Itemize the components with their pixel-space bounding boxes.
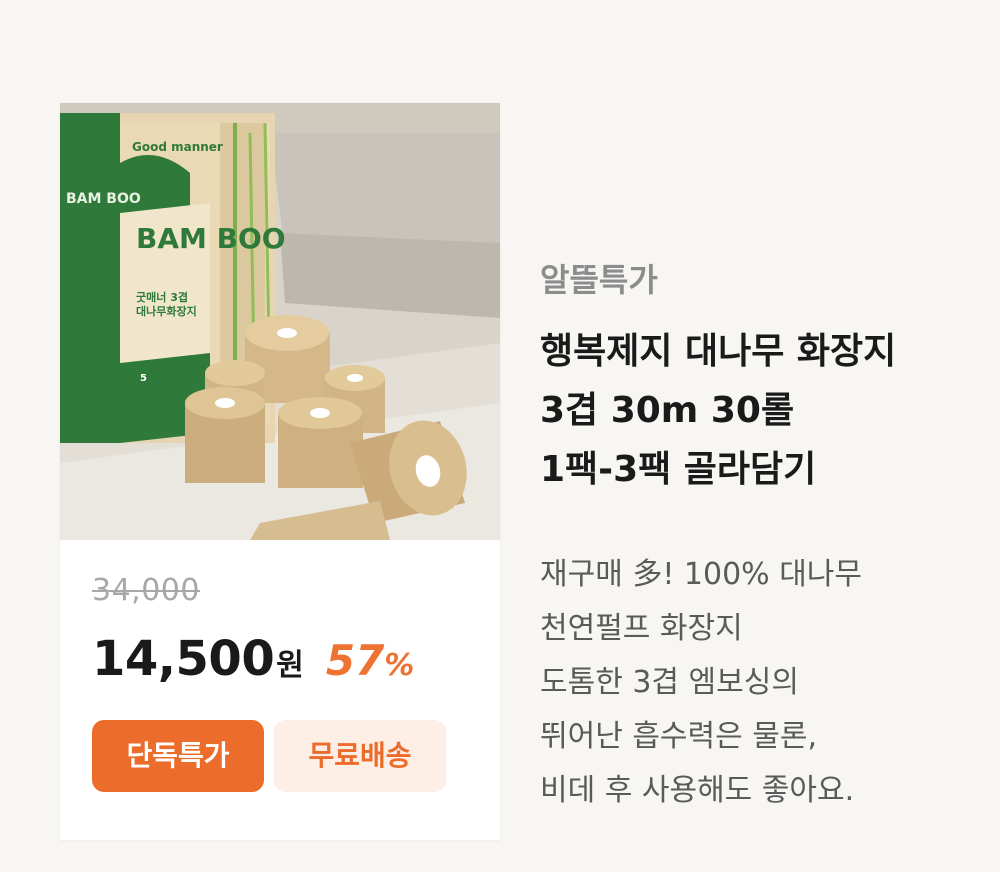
image-side-text: BAM BOO xyxy=(66,191,141,207)
discount-percent-sign: % xyxy=(384,648,415,683)
toilet-paper-photo: Good manner BAM BOO BAM BOO 굿매너 3겹 대나무화장… xyxy=(60,103,500,540)
price-row: 14,500원 57% xyxy=(92,631,414,691)
image-sub-text-1: 굿매너 3겹 xyxy=(136,290,188,304)
product-description: 재구매 多! 100% 대나무 천연펄프 화장지 도톰한 3겹 엠보싱의 뛰어난… xyxy=(540,548,980,818)
description-line: 도톰한 3겹 엠보싱의 xyxy=(540,665,799,700)
image-brand: Good manner xyxy=(132,140,223,154)
description-line: 재구매 多! 100% 대나무 xyxy=(540,557,863,592)
discount-rate: 57 xyxy=(325,636,385,685)
title-line: 1팩-3팩 골라담기 xyxy=(540,449,817,490)
description-line: 뛰어난 흡수력은 물론, xyxy=(540,719,818,754)
currency-label: 원 xyxy=(276,648,304,683)
title-line: 행복제지 대나무 화장지 xyxy=(540,331,897,372)
sale-price: 14,500 xyxy=(92,631,275,687)
image-pack-count: 5 xyxy=(140,373,147,384)
description-line: 천연펄프 화장지 xyxy=(540,611,743,646)
product-card[interactable]: Good manner BAM BOO BAM BOO 굿매너 3겹 대나무화장… xyxy=(60,103,500,840)
original-price: 34,000 xyxy=(92,573,200,608)
product-title[interactable]: 행복제지 대나무 화장지 3겹 30m 30롤 1팩-3팩 골라담기 xyxy=(540,322,980,499)
product-image[interactable]: Good manner BAM BOO BAM BOO 굿매너 3겹 대나무화장… xyxy=(60,103,500,540)
exclusive-deal-badge: 단독특가 xyxy=(92,720,264,792)
category-label: 알뜰특가 xyxy=(540,261,658,299)
image-sub-text-2: 대나무화장지 xyxy=(136,304,197,318)
free-shipping-badge: 무료배송 xyxy=(274,720,446,792)
description-line: 비데 후 사용해도 좋아요. xyxy=(540,773,855,808)
title-line: 3겹 30m 30롤 xyxy=(540,390,795,431)
image-main-text: BAM BOO xyxy=(136,222,286,255)
